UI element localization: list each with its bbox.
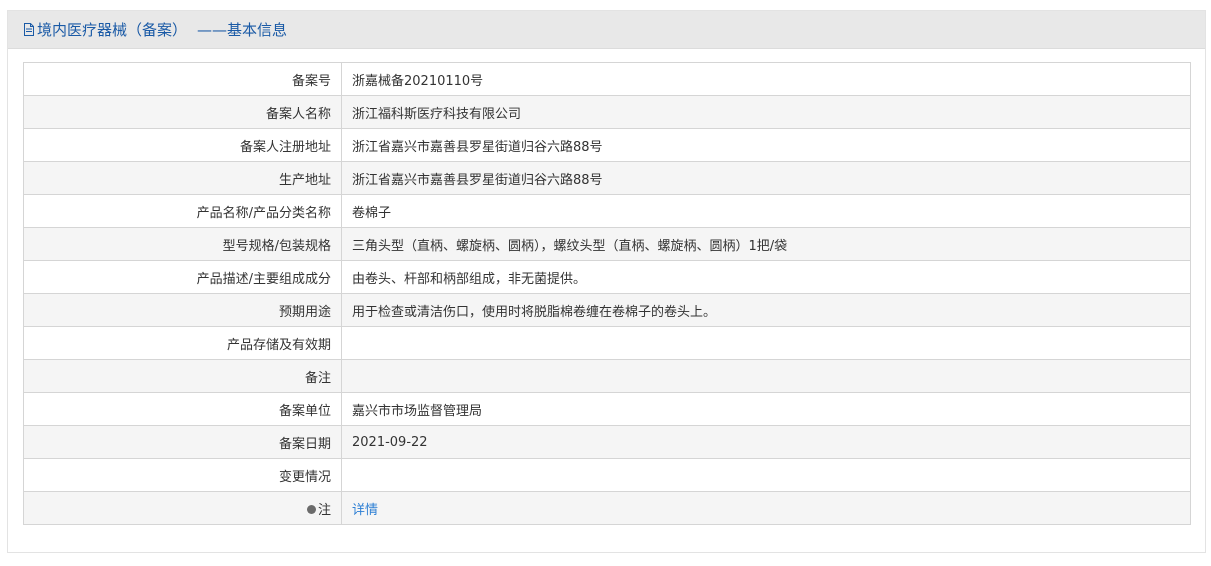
row-label: 产品描述/主要组成成分: [23, 260, 342, 294]
row-value: [341, 359, 1191, 393]
table-row-product-name: 产品名称/产品分类名称 卷棉子: [23, 194, 1191, 228]
table-row-registrant-address: 备案人注册地址 浙江省嘉兴市嘉善县罗星街道归谷六路88号: [23, 128, 1191, 162]
row-value: 浙嘉械备20210110号: [341, 62, 1191, 96]
table-row-note: 注 详情: [23, 491, 1191, 525]
info-panel: 境内医疗器械（备案） —— 基本信息 备案号 浙嘉械备20210110号 备案人…: [7, 10, 1206, 553]
table-row-model-spec: 型号规格/包装规格 三角头型（直柄、螺旋柄、圆柄），螺纹头型（直柄、螺旋柄、圆柄…: [23, 227, 1191, 261]
row-value: 2021-09-22: [341, 425, 1191, 459]
row-value: 由卷头、杆部和柄部组成，非无菌提供。: [341, 260, 1191, 294]
row-value: [341, 458, 1191, 492]
row-value: 嘉兴市市场监督管理局: [341, 392, 1191, 426]
note-label: 注: [317, 502, 331, 518]
page-title: 境内医疗器械（备案）: [37, 21, 188, 39]
title-separator: ——: [197, 20, 228, 39]
table-row-filing-date: 备案日期 2021-09-22: [23, 425, 1191, 459]
row-value: 三角头型（直柄、螺旋柄、圆柄），螺纹头型（直柄、螺旋柄、圆柄）1把/袋: [341, 227, 1191, 261]
row-label: 变更情况: [23, 458, 342, 492]
row-value: 浙江福科斯医疗科技有限公司: [341, 95, 1191, 129]
row-label: 注: [23, 491, 342, 525]
row-label: 备案人注册地址: [23, 128, 342, 162]
row-label: 备案单位: [23, 392, 342, 426]
table-row-registrant-name: 备案人名称 浙江福科斯医疗科技有限公司: [23, 95, 1191, 129]
table-row-record-number: 备案号 浙嘉械备20210110号: [23, 62, 1191, 96]
page-subtitle: 基本信息: [227, 21, 288, 39]
row-value: 浙江省嘉兴市嘉善县罗星街道归谷六路88号: [341, 128, 1191, 162]
document-icon: [24, 23, 34, 36]
panel-header: 境内医疗器械（备案） —— 基本信息: [8, 11, 1205, 49]
bulb-icon: [306, 504, 316, 514]
row-value: [341, 326, 1191, 360]
row-label: 产品名称/产品分类名称: [23, 194, 342, 228]
row-label: 备案号: [23, 62, 342, 96]
table-row-remarks: 备注: [23, 359, 1191, 393]
row-label: 备案日期: [23, 425, 342, 459]
table-row-filing-unit: 备案单位 嘉兴市市场监督管理局: [23, 392, 1191, 426]
row-value: 详情: [341, 491, 1191, 525]
table-row-intended-use: 预期用途 用于检查或清洁伤口，使用时将脱脂棉卷缠在卷棉子的卷头上。: [23, 293, 1191, 327]
row-value: 浙江省嘉兴市嘉善县罗星街道归谷六路88号: [341, 161, 1191, 195]
row-label: 备案人名称: [23, 95, 342, 129]
table-row-description: 产品描述/主要组成成分 由卷头、杆部和柄部组成，非无菌提供。: [23, 260, 1191, 294]
row-value: 用于检查或清洁伤口，使用时将脱脂棉卷缠在卷棉子的卷头上。: [341, 293, 1191, 327]
row-label: 生产地址: [23, 161, 342, 195]
row-value: 卷棉子: [341, 194, 1191, 228]
row-label: 产品存储及有效期: [23, 326, 342, 360]
table-row-production-address: 生产地址 浙江省嘉兴市嘉善县罗星街道归谷六路88号: [23, 161, 1191, 195]
row-label: 型号规格/包装规格: [23, 227, 342, 261]
table-row-storage-validity: 产品存储及有效期: [23, 326, 1191, 360]
table-row-change-status: 变更情况: [23, 458, 1191, 492]
details-link[interactable]: 详情: [352, 503, 378, 518]
info-table: 备案号 浙嘉械备20210110号 备案人名称 浙江福科斯医疗科技有限公司 备案…: [23, 62, 1191, 525]
row-label: 备注: [23, 359, 342, 393]
row-label: 预期用途: [23, 293, 342, 327]
